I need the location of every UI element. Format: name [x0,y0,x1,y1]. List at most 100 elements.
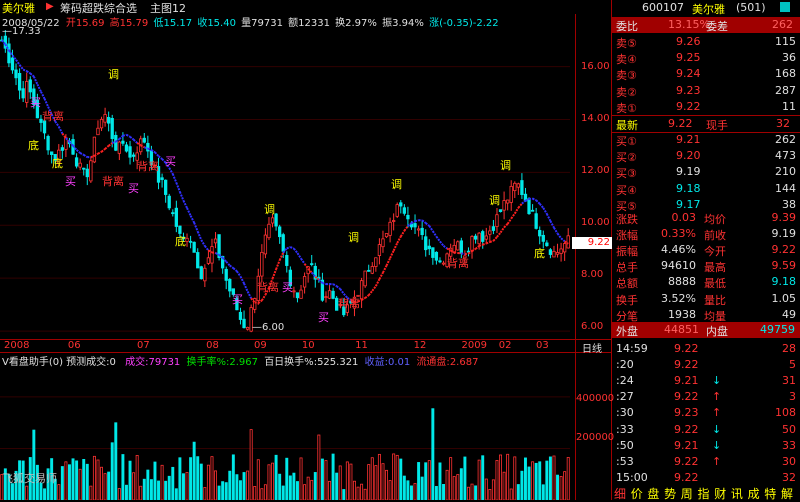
volume-bar [68,465,70,500]
stat-value: 3.52% [661,292,696,305]
bid-row[interactable]: 买②9.20473 [612,148,800,164]
subpanel-title: V看盘助手(0) 预测成交:0 成交:79731 换手率%:2.967 百日换手… [2,353,612,365]
stat-value: 8888 [668,275,696,288]
ask-row[interactable]: 卖①9.2211 [612,99,800,115]
bottom-tab[interactable]: 价 [631,485,643,502]
volume-bar [314,472,316,500]
volume-bar [489,489,491,500]
volume-bar [421,477,423,500]
stat-value: 0.03 [672,211,697,224]
volume-bar [564,472,566,500]
volume-bar [546,461,548,500]
tick-price: 9.22 [674,423,699,436]
bottom-tab[interactable]: 细 [614,485,626,502]
volume-bar [464,457,466,500]
bid-vol: 262 [775,133,796,146]
bottom-tab[interactable]: 势 [664,485,676,502]
tick-vol: 28 [782,342,796,355]
volume-bar [90,486,92,500]
volume-bar [133,473,135,500]
x-tick: 12 [414,340,427,351]
volume-bar [514,457,516,500]
tick-price: 9.22 [674,455,699,468]
bottom-tab[interactable]: 指 [698,485,710,502]
x-tick: 11 [355,340,368,351]
stat-value: 4.46% [661,243,696,256]
volume-bar [26,486,28,500]
tick-price: 9.22 [674,358,699,371]
volume-bar [279,474,281,500]
annotation: 背离 [447,255,469,271]
ask-row[interactable]: 卖④9.2536 [612,50,800,66]
bid-row[interactable]: 买①9.21262 [612,132,800,148]
calculator-icon[interactable] [780,2,790,12]
stat-value: 9.22 [772,243,797,256]
volume-bar [257,460,259,500]
volume-bar [336,473,338,500]
annotation: 背离 [257,279,279,295]
bottom-tab[interactable]: 财 [714,485,726,502]
tick-row: :309.23↑108 [612,405,800,421]
volume-bar [307,477,309,500]
tick-row: :339.22↓50 [612,422,800,438]
volume-bar [111,443,113,500]
stat-label: 总手 [616,259,638,275]
volume-bar [136,455,138,500]
bottom-tab[interactable]: 解 [781,485,793,502]
ask-row[interactable]: 卖③9.24168 [612,66,800,82]
volume-bar [507,454,509,500]
volume-bar [517,485,519,500]
volume-bar [368,465,370,500]
tick-vol: 5 [789,358,796,371]
ask-price: 9.22 [676,100,701,113]
bottom-tab[interactable]: 特 [764,485,776,502]
ask-label: 卖② [616,84,637,100]
volume-bar [214,471,216,500]
volume-bar [475,486,477,500]
tick-time: :24 [616,374,634,387]
y-tick: 12.00 [581,165,610,176]
volume-bar [58,485,60,500]
tick-time: :30 [616,406,634,419]
volume-bar [539,462,541,500]
hand-label: 现手 [706,117,728,133]
stat-value: 0.33% [661,227,696,240]
bid-row[interactable]: 买④9.18144 [612,181,800,197]
annotation: 买 [65,173,76,189]
volume-bar [332,454,334,500]
volume-bar [271,463,273,500]
volume-bar [204,488,206,500]
x-tick: 02 [499,340,512,351]
x-tick: 2008 [4,340,29,351]
x-tick: 10 [302,340,315,351]
bottom-tab[interactable]: 周 [681,485,693,502]
inout-row: 外盘 44851 内盘 49759 [612,322,800,338]
tick-time: :50 [616,439,634,452]
bottom-tab[interactable]: 成 [748,485,760,502]
volume-bar [375,466,377,500]
volume-bar [243,472,245,500]
tick-row: :279.22↑3 [612,389,800,405]
bottom-tab[interactable]: 盘 [647,485,659,502]
outer-value: 44851 [664,323,699,336]
volume-bar [175,489,177,500]
volume-bar [225,483,227,500]
volume-bar [414,484,416,500]
volume-bar [346,462,348,500]
y-axis: 16.00 14.00 12.00 10.00 8.00 6.00 [576,27,611,339]
stat-value: 9.18 [772,275,797,288]
ask-row[interactable]: 卖②9.23287 [612,83,800,99]
volume-bar [467,487,469,500]
bid-label: 买④ [616,182,637,198]
bid-row[interactable]: 买③9.19210 [612,164,800,180]
x-tick: 06 [68,340,81,351]
bottom-tab[interactable]: 讯 [731,485,743,502]
annotation: 买 [282,279,293,295]
bid-label: 买③ [616,165,637,181]
volume-bar [439,463,441,500]
volume-bar [478,460,480,500]
tick-time: :20 [616,358,634,371]
stat-label: 振幅 [616,243,638,259]
ask-row[interactable]: 卖⑤9.26115 [612,34,800,50]
volume-bar [378,454,380,500]
